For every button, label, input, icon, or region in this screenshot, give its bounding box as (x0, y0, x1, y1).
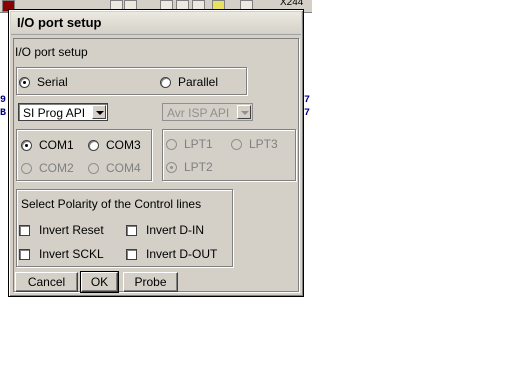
background-text-fragment: 9B (0, 95, 6, 119)
chevron-down-icon[interactable] (92, 105, 106, 119)
lpt1-label: LPT1 (184, 137, 213, 151)
radio-indicator (21, 162, 32, 174)
checkbox-indicator (126, 248, 137, 260)
cancel-button[interactable]: Cancel (15, 272, 78, 292)
invert-din-label: Invert D-IN (146, 223, 205, 237)
parallel-api-select[interactable]: Avr ISP API (162, 103, 253, 121)
com2-radio[interactable]: COM2 (21, 161, 74, 175)
coordinate-readout: X244 (280, 0, 304, 8)
invert-reset-checkbox[interactable]: Invert Reset (19, 223, 104, 237)
lpt2-label: LPT2 (184, 160, 213, 174)
background-text-fragment: 77 (304, 95, 310, 119)
invert-sckl-label: Invert SCKL (39, 247, 104, 261)
panel-caption: I/O port setup (15, 45, 88, 59)
radio-indicator (160, 76, 171, 88)
com1-radio[interactable]: COM1 (21, 138, 74, 152)
io-port-setup-dialog: I/O port setup I/O port setup Serial Par… (8, 9, 304, 297)
serial-label: Serial (37, 75, 68, 89)
polarity-title: Select Polarity of the Control lines (21, 197, 202, 211)
dialog-titlebar[interactable]: I/O port setup (11, 12, 301, 35)
com3-radio[interactable]: COM3 (88, 138, 141, 152)
com2-label: COM2 (39, 161, 74, 175)
parallel-label: Parallel (178, 75, 219, 89)
ok-button[interactable]: OK (80, 271, 119, 293)
serial-radio[interactable]: Serial (19, 75, 68, 89)
com3-label: COM3 (106, 138, 141, 152)
radio-indicator (88, 139, 99, 151)
dialog-title: I/O port setup (17, 15, 102, 30)
serial-api-value: SI Prog API (23, 106, 86, 120)
invert-reset-label: Invert Reset (39, 223, 104, 237)
invert-sckl-checkbox[interactable]: Invert SCKL (19, 247, 104, 261)
chevron-down-icon[interactable] (237, 105, 251, 119)
radio-indicator (88, 162, 99, 174)
invert-dout-label: Invert D-OUT (146, 247, 218, 261)
probe-button[interactable]: Probe (123, 272, 178, 292)
com1-label: COM1 (39, 138, 74, 152)
serial-api-select[interactable]: SI Prog API (18, 103, 108, 121)
radio-indicator (19, 76, 30, 88)
checkbox-indicator (126, 224, 137, 236)
lpt3-label: LPT3 (249, 137, 278, 151)
parallel-api-value: Avr ISP API (167, 106, 230, 120)
radio-indicator (231, 138, 242, 150)
radio-indicator (166, 138, 177, 150)
com4-radio[interactable]: COM4 (88, 161, 141, 175)
checkbox-indicator (19, 224, 30, 236)
parallel-radio[interactable]: Parallel (160, 75, 218, 89)
radio-indicator (21, 139, 32, 151)
invert-dout-checkbox[interactable]: Invert D-OUT (126, 247, 217, 261)
lpt1-radio[interactable]: LPT1 (166, 137, 213, 151)
checkbox-indicator (19, 248, 30, 260)
invert-din-checkbox[interactable]: Invert D-IN (126, 223, 204, 237)
com4-label: COM4 (106, 161, 141, 175)
radio-indicator (166, 161, 177, 173)
lpt2-radio[interactable]: LPT2 (166, 160, 213, 174)
lpt3-radio[interactable]: LPT3 (231, 137, 278, 151)
